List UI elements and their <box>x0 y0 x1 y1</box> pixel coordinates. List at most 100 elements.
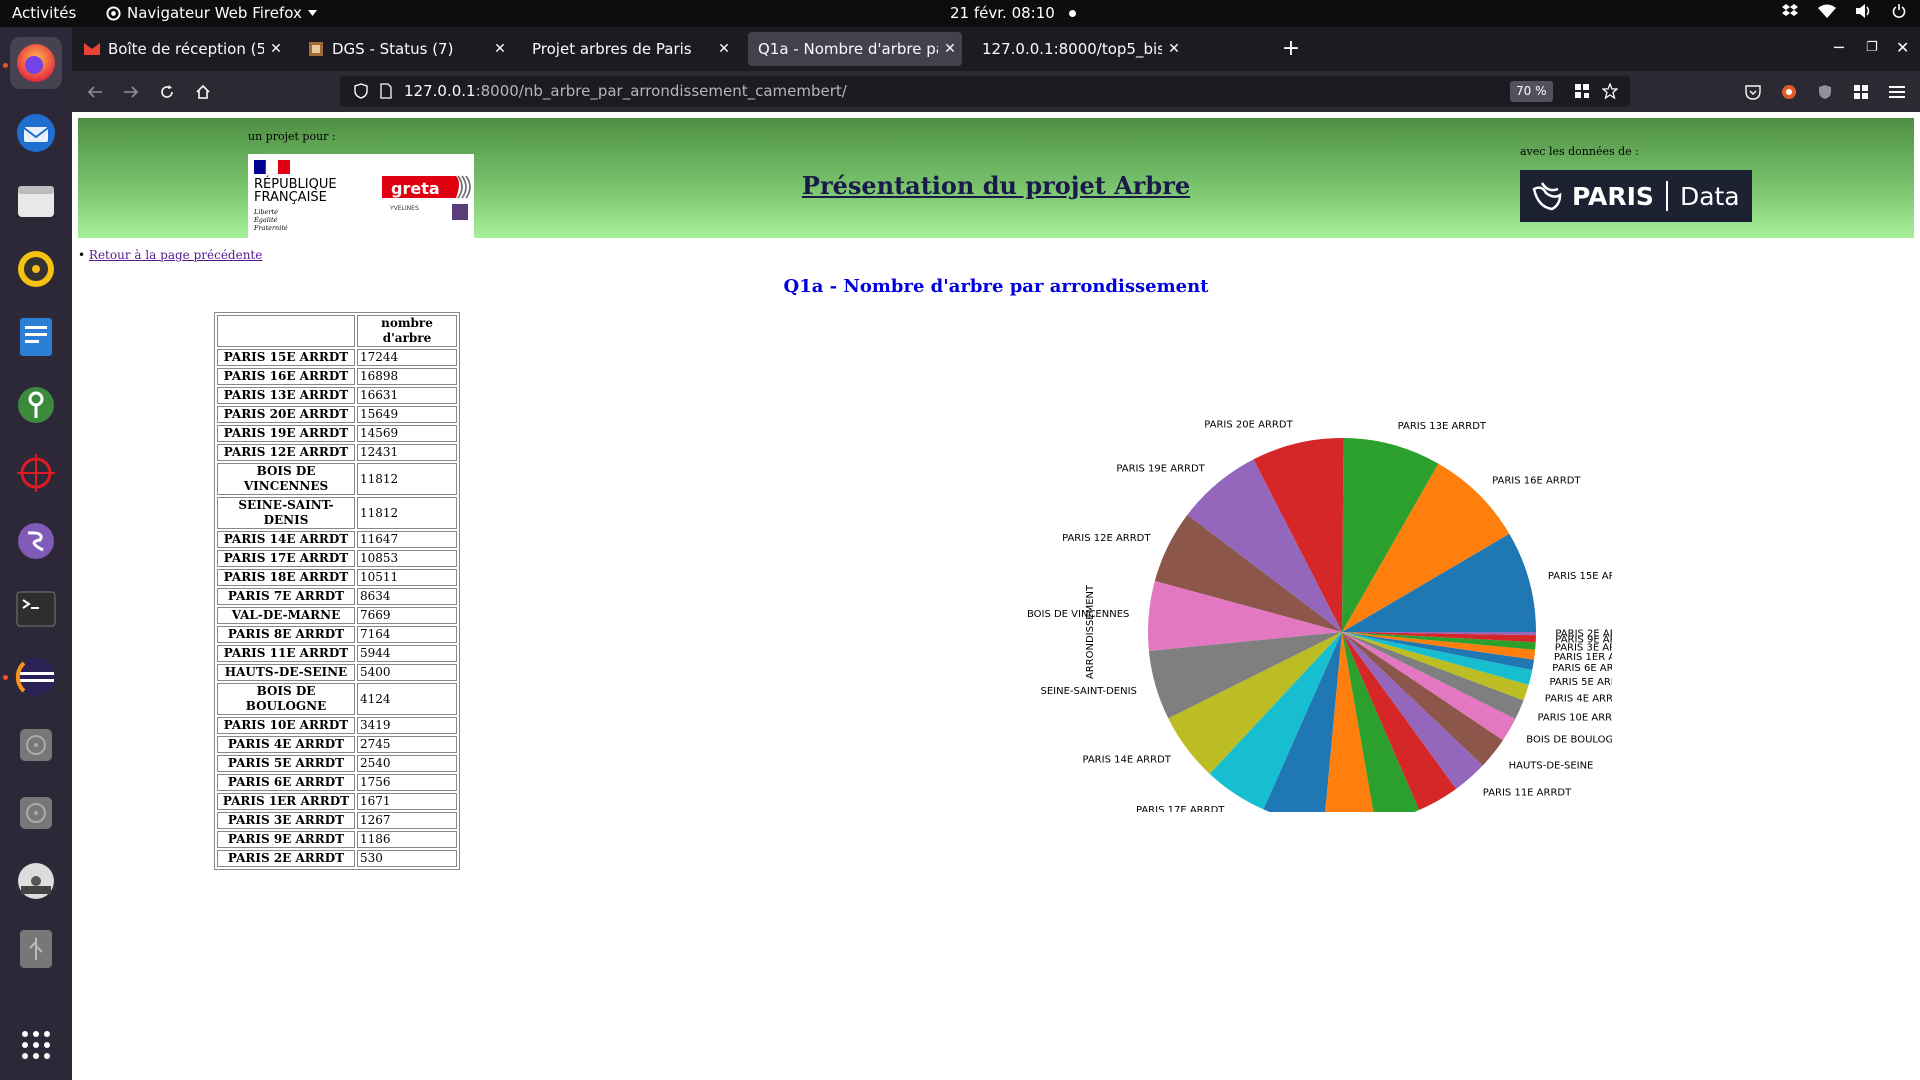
pocket-button[interactable] <box>1742 81 1764 103</box>
table-row: PARIS 9E ARRDT 1186 <box>217 831 457 848</box>
bookmark-star-icon[interactable] <box>1601 82 1619 103</box>
dock-eclipse[interactable] <box>10 651 62 703</box>
page-header: un projet pour : RÉPUBLIQUE FRANÇAISE Li… <box>78 118 1914 238</box>
close-tab-icon[interactable]: ✕ <box>938 41 962 57</box>
dock-thunderbird[interactable] <box>10 107 62 159</box>
rhythmbox-icon <box>18 251 54 287</box>
table-row: HAUTS-DE-SEINE 5400 <box>217 664 457 681</box>
volume-icon[interactable] <box>1856 4 1872 18</box>
table-row: BOIS DE BOULOGNE 4124 <box>217 683 457 715</box>
close-tab-icon[interactable]: ✕ <box>488 41 512 57</box>
dock-emacs[interactable] <box>10 515 62 567</box>
dock-dvd[interactable] <box>10 855 62 907</box>
page-info-icon[interactable] <box>380 83 392 103</box>
table-cell-value: 7164 <box>357 626 457 643</box>
table-cell-value: 11812 <box>357 463 457 495</box>
app-grid-icon <box>22 1031 50 1059</box>
tab-projet-arbres[interactable]: Projet arbres de Paris ✕ <box>522 32 736 66</box>
tab-top5[interactable]: 127.0.0.1:8000/top5_bis/ ✕ <box>972 32 1186 66</box>
table-row: PARIS 3E ARRDT 1267 <box>217 812 457 829</box>
tab-q1a[interactable]: Q1a - Nombre d'arbre par arrondissement … <box>748 32 962 66</box>
dock-files[interactable] <box>10 175 62 227</box>
table-cell-name: PARIS 17E ARRDT <box>217 550 355 567</box>
table-cell-name: PARIS 12E ARRDT <box>217 444 355 461</box>
table-cell-value: 17244 <box>357 349 457 366</box>
reload-icon <box>161 85 173 98</box>
extensions-menu-button[interactable] <box>1850 81 1872 103</box>
close-tab-icon[interactable]: ✕ <box>712 41 736 57</box>
new-tab-button[interactable]: + <box>1278 36 1304 61</box>
zoom-indicator[interactable]: 70 % <box>1510 81 1553 102</box>
hamburger-icon <box>1889 86 1905 98</box>
table-row: PARIS 17E ARRDT 10853 <box>217 550 457 567</box>
tab-gmail[interactable]: Boîte de réception (51) - ✕ <box>74 32 288 66</box>
disk-icon <box>20 797 52 829</box>
dropbox-icon[interactable] <box>1782 4 1798 18</box>
table-cell-value: 10511 <box>357 569 457 586</box>
dock-running-indicator <box>3 675 8 680</box>
restore-button[interactable]: ❐ <box>1866 40 1878 55</box>
power-icon[interactable] <box>1892 4 1906 18</box>
show-applications-button[interactable] <box>10 1019 62 1071</box>
address-bar[interactable]: 127.0.0.1:8000/nb_arbre_par_arrondisseme… <box>340 76 1630 107</box>
dock-rhythmbox[interactable] <box>10 243 62 295</box>
app-menu[interactable]: Navigateur Web Firefox <box>106 4 317 22</box>
privacy-button[interactable] <box>1814 81 1836 103</box>
activities-button[interactable]: Activités <box>12 4 76 22</box>
system-tray[interactable] <box>1782 4 1906 18</box>
wifi-icon[interactable] <box>1818 4 1836 18</box>
tab-label: 127.0.0.1:8000/top5_bis/ <box>982 40 1162 58</box>
table-cell-value: 7669 <box>357 607 457 624</box>
forward-button[interactable] <box>120 81 142 103</box>
pie-label: PARIS 13E ARRDT <box>1398 421 1487 432</box>
table-cell-value: 16631 <box>357 387 457 404</box>
shield-icon[interactable] <box>354 83 368 103</box>
back-button[interactable] <box>84 81 106 103</box>
back-link-container: • Retour à la page précédente <box>78 248 263 262</box>
home-button[interactable] <box>192 81 214 103</box>
table-cell-value: 530 <box>357 850 457 867</box>
close-window-button[interactable]: ✕ <box>1896 38 1909 57</box>
dgs-icon <box>308 41 324 57</box>
table-header-empty <box>217 315 355 347</box>
dock-libreoffice-writer[interactable] <box>10 311 62 363</box>
terminal-icon <box>16 591 56 627</box>
url-text[interactable]: 127.0.0.1:8000/nb_arbre_par_arrondisseme… <box>404 82 847 100</box>
trees-table: nombre d'arbre PARIS 15E ARRDT 17244 PARIS… <box>214 312 460 870</box>
greta-subtext: YVELINES <box>389 205 419 212</box>
table-cell-name: PARIS 20E ARRDT <box>217 406 355 423</box>
dock-terminal[interactable] <box>10 583 62 635</box>
extension-icon <box>1782 85 1796 99</box>
back-link[interactable]: Retour à la page précédente <box>89 248 262 262</box>
dock-keepassxc[interactable] <box>10 379 62 431</box>
app-menu-button[interactable] <box>1886 81 1908 103</box>
table-cell-name: PARIS 2E ARRDT <box>217 850 355 867</box>
dvd-icon <box>18 863 54 899</box>
reload-button[interactable] <box>156 81 178 103</box>
table-row: PARIS 11E ARRDT 5944 <box>217 645 457 662</box>
extension-button[interactable] <box>1778 81 1800 103</box>
qr-code-icon[interactable] <box>1574 83 1590 103</box>
close-tab-icon[interactable]: ✕ <box>1162 41 1186 57</box>
rf-motto2: Égalité <box>253 215 278 224</box>
table-row: PARIS 13E ARRDT 16631 <box>217 387 457 404</box>
arrow-right-icon <box>124 86 139 98</box>
tab-dgs-status[interactable]: DGS - Status (7) ✕ <box>298 32 512 66</box>
navigation-toolbar: 127.0.0.1:8000/nb_arbre_par_arrondisseme… <box>72 71 1920 112</box>
close-tab-icon[interactable]: ✕ <box>264 41 288 57</box>
dock-screenshot-tool[interactable] <box>10 447 62 499</box>
dock-drive-1[interactable] <box>10 719 62 771</box>
paris-data-data: Data <box>1679 181 1740 211</box>
table-cell-value: 5400 <box>357 664 457 681</box>
table-cell-value: 11812 <box>357 497 457 529</box>
minimize-button[interactable]: ─ <box>1834 38 1844 57</box>
table-cell-value: 11647 <box>357 531 457 548</box>
clock[interactable]: 21 févr. 08:10 <box>950 4 1076 22</box>
dock-firefox[interactable] <box>10 37 62 89</box>
pie-slices <box>1148 438 1536 812</box>
firefox-small-icon <box>106 5 121 21</box>
dock-usb[interactable] <box>10 923 62 975</box>
table-cell-value: 16898 <box>357 368 457 385</box>
un-projet-pour-label: un projet pour : <box>248 130 336 143</box>
dock-drive-2[interactable] <box>10 787 62 839</box>
